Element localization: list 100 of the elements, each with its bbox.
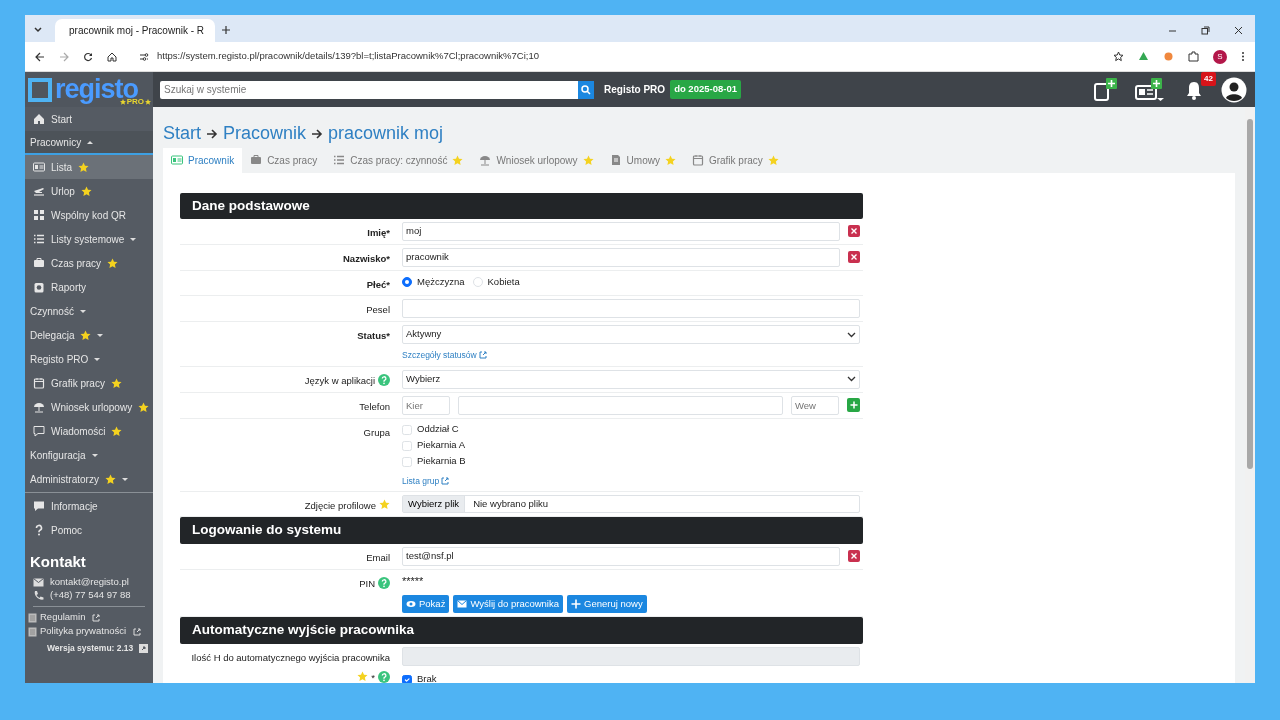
section-header: Automatyczne wyjście pracownika [180, 617, 863, 644]
calendar-icon [33, 377, 45, 389]
sidebar-item[interactable]: Raporty [25, 275, 153, 299]
tab[interactable]: Grafik pracy [683, 147, 787, 173]
back-icon[interactable] [35, 51, 45, 62]
add-tablet-icon[interactable] [1093, 77, 1117, 102]
tab[interactable]: Wniosek urlopowy [471, 147, 602, 173]
more-icon[interactable] [1241, 51, 1245, 62]
phone-field[interactable]: Wew [791, 395, 839, 415]
restore-icon[interactable] [1201, 26, 1210, 35]
external-link-icon [478, 351, 487, 360]
field-label: Telefon [359, 399, 390, 414]
option-label: Mężczyzna [417, 274, 465, 289]
search-field[interactable]: Szukaj w systemie [160, 80, 578, 99]
field-label: PIN [359, 576, 375, 591]
url-text[interactable]: https://system.registo.pl/pracownik/details/139?bl=t;listaPracownik%7Cl;pracownik%7Ci;10 [157, 49, 540, 64]
reload-icon[interactable] [83, 51, 93, 62]
new-tab-icon[interactable] [221, 25, 231, 35]
star-outline-icon[interactable] [1113, 51, 1124, 62]
list-icon [333, 154, 346, 167]
text-field[interactable]: moj [402, 221, 840, 241]
sidebar-item[interactable]: Informacje [25, 494, 153, 518]
triangle-icon[interactable] [1138, 51, 1149, 62]
field-label: Grupa [363, 425, 390, 440]
text-field[interactable]: pracownik [402, 247, 840, 267]
text-field[interactable] [402, 299, 860, 319]
sidebar-section[interactable]: Delegacja [25, 323, 153, 347]
star-icon [145, 99, 151, 105]
breadcrumb-link[interactable]: pracownik moj [328, 123, 444, 145]
registo-logo[interactable]: registoPRO [25, 72, 153, 107]
plan-name: Registo PRO [604, 83, 666, 97]
phone-icon [33, 589, 44, 601]
chat-icon [33, 425, 45, 437]
sidebar-section[interactable]: Czynność [25, 299, 153, 323]
option-label: Oddział C [417, 422, 459, 437]
bell-icon[interactable] [1185, 79, 1203, 100]
action-button[interactable]: Generuj nowy [567, 595, 647, 614]
search-button[interactable] [578, 80, 594, 99]
clear-button[interactable] [848, 251, 860, 264]
chevron-down-icon [847, 376, 856, 383]
sidebar-section[interactable]: Konfiguracja [25, 443, 153, 467]
text-field[interactable]: test@nsf.pl [402, 546, 840, 566]
sidebar-item[interactable]: Urlop [25, 179, 153, 203]
home-icon[interactable] [107, 51, 117, 62]
sidebar-item[interactable]: Wiadomości [25, 419, 153, 443]
add-button[interactable] [847, 398, 860, 413]
chat-icon [33, 500, 45, 512]
clear-button[interactable] [848, 550, 860, 563]
id-card-icon [33, 161, 45, 173]
action-button[interactable]: Wyślij do pracownika [453, 595, 564, 614]
scrollbar[interactable] [1245, 107, 1255, 683]
phone-field[interactable]: Kier [402, 395, 450, 415]
profile-avatar[interactable]: S [1213, 49, 1227, 64]
eye-icon [406, 599, 416, 610]
tab[interactable]: Umowy [601, 147, 684, 173]
browser-tab[interactable]: pracownik moj - Pracownik - R [55, 19, 215, 42]
radio-button[interactable] [402, 276, 412, 287]
external-link-icon [441, 476, 450, 485]
dropdown[interactable]: Wybierz [402, 369, 860, 389]
dropdown[interactable]: Aktywny [402, 325, 860, 345]
choose-file-button[interactable]: Wybierz plik [403, 496, 466, 513]
sidebar-item[interactable]: Lista [25, 155, 153, 179]
plane-icon [33, 185, 45, 197]
sidebar-item[interactable]: Czas pracy [25, 251, 153, 275]
breadcrumb-link[interactable]: Pracownik [223, 123, 307, 145]
document-icon [28, 612, 37, 623]
help-link[interactable]: Szczegóły statusów [402, 349, 487, 362]
tab-list-icon[interactable] [33, 25, 43, 35]
expiry-badge: do 2025-08-01 [670, 80, 741, 99]
sidebar-item[interactable]: Start [25, 107, 153, 131]
phone-field[interactable] [458, 395, 783, 415]
version-text: Wersja systemu: 2.13 [47, 642, 134, 655]
extension-icon[interactable] [1163, 51, 1174, 62]
contact-email[interactable]: kontakt@registo.pl [50, 574, 129, 590]
sidebar-section[interactable]: Administratorzy [25, 467, 153, 491]
field-label: Nazwisko* [343, 251, 390, 266]
plus-icon [571, 599, 582, 610]
contact-heading: Kontakt [29, 552, 87, 572]
tab[interactable]: Czas pracy: czynność [325, 147, 472, 173]
pin-value: ***** [402, 573, 424, 589]
sidebar-item[interactable]: Listy systemowe [25, 227, 153, 251]
sidebar-item[interactable]: Wniosek urlopowy [25, 395, 153, 419]
document-link[interactable]: Regulamin [25, 610, 153, 625]
action-button[interactable]: Pokaż [402, 595, 450, 614]
breadcrumb-link[interactable]: Start [163, 123, 201, 145]
sidebar-section[interactable]: Pracownicy [25, 131, 153, 155]
document-icon [609, 154, 622, 167]
sidebar-item[interactable]: Wspólny kod QR [25, 203, 153, 227]
sidebar-item[interactable]: Pomoc [25, 518, 153, 542]
sidebar-item[interactable]: Grafik pracy [25, 371, 153, 395]
tab[interactable]: Czas pracy [242, 147, 326, 173]
document-link[interactable]: Polityka prywatności [25, 624, 153, 639]
close-icon[interactable] [1234, 26, 1243, 35]
tab[interactable]: Pracownik [163, 147, 243, 173]
site-settings-icon[interactable] [139, 51, 149, 62]
sidebar-section[interactable]: Registo PRO [25, 347, 153, 371]
option-label: Kobieta [487, 274, 520, 289]
user-avatar-icon[interactable] [1221, 76, 1247, 103]
help-link[interactable]: Lista grup [402, 474, 450, 488]
clear-button[interactable] [848, 225, 860, 238]
